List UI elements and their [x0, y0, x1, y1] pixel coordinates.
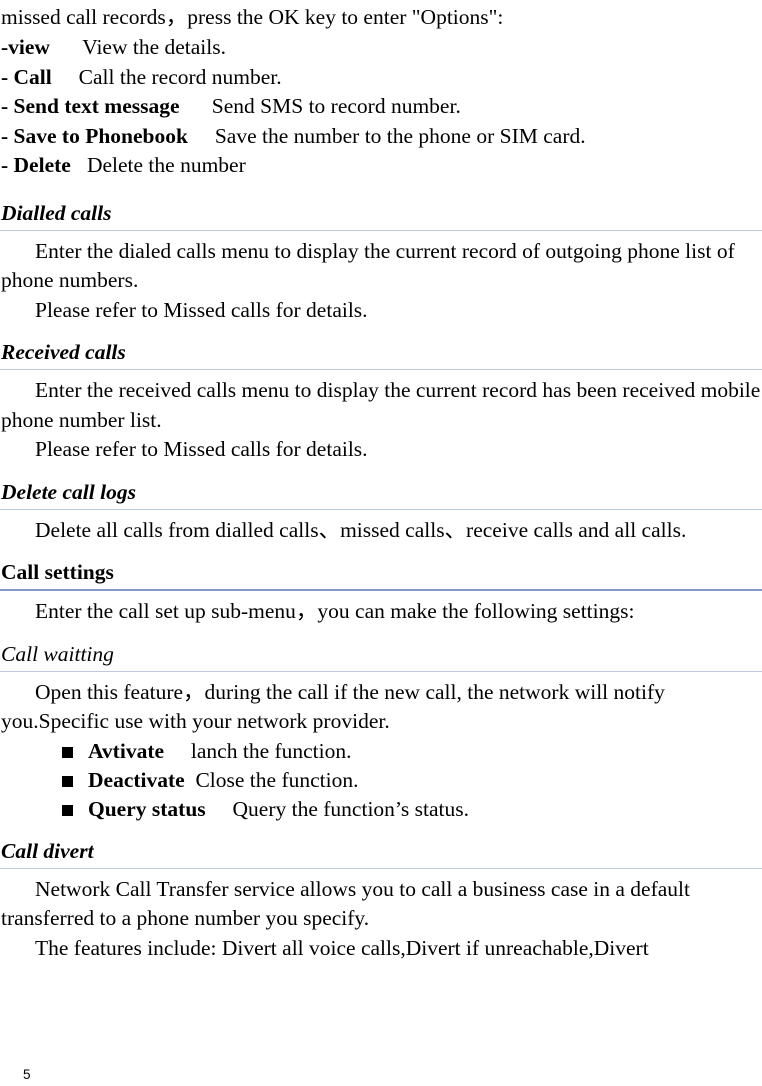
dialled-calls-paragraph-1: Enter the dialed calls menu to display t…	[1, 238, 735, 293]
received-calls-paragraph-2: Please refer to Missed calls for details…	[35, 437, 368, 461]
list-item-key: Deactivate	[88, 767, 185, 792]
option-desc-text: Delete the number	[86, 153, 246, 177]
heading-call-settings: Call settings	[0, 559, 762, 591]
option-item: -view View the details.	[1, 33, 762, 63]
option-desc	[71, 153, 87, 177]
list-item-desc: Query the function’s status.	[232, 796, 469, 821]
option-desc-text: Save the number to the phone or SIM card…	[214, 123, 586, 148]
list-item-key: Query status	[88, 796, 206, 821]
option-item: - Delete Delete the number	[1, 151, 762, 181]
call-divert-paragraph-2: The features include: Divert all voice c…	[35, 935, 649, 960]
option-desc	[188, 124, 215, 148]
list-item-content: Deactivate Close the function.	[62, 766, 358, 795]
option-key: - Send text message	[1, 94, 180, 118]
option-desc	[52, 65, 79, 89]
option-item: - Save to Phonebook Save the number to t…	[1, 122, 762, 152]
page-number: 5	[23, 1067, 31, 1082]
option-desc-text: Call the record number.	[78, 64, 282, 89]
option-key: - Save to Phonebook	[1, 123, 188, 148]
list-item-key: Avtivate	[88, 738, 165, 763]
list-item-desc: Close the function.	[195, 767, 359, 792]
list-item-spacer	[185, 768, 196, 792]
section-dialled-calls: Dialled calls	[0, 200, 762, 231]
option-desc-text: View the details.	[82, 35, 226, 59]
dialled-calls-paragraph-2: Please refer to Missed calls for details…	[35, 297, 368, 322]
heading-delete-call-logs: Delete call logs	[0, 479, 762, 510]
square-bullet-icon	[62, 746, 73, 758]
list-item-content: Query status Query the function’s status…	[62, 795, 469, 824]
delete-call-logs-paragraph-1: Delete all calls from dialled calls、miss…	[35, 517, 687, 542]
list-item: Avtivate lanch the function.	[0, 737, 762, 766]
options-list: -view View the details. - Call Call the …	[0, 33, 762, 181]
section-call-settings: Call settings	[0, 559, 762, 591]
option-key: -view	[1, 35, 50, 59]
option-desc-text: Send SMS to record number.	[211, 94, 461, 118]
call-waitting-bullet-list: Avtivate lanch the function. Deactivate …	[0, 737, 762, 824]
call-divert-paragraph-1: Network Call Transfer service allows you…	[1, 876, 690, 931]
square-bullet-icon	[62, 775, 73, 787]
section-call-waitting: Call waitting	[0, 641, 762, 672]
received-calls-paragraph-1: Enter the received calls menu to display…	[1, 378, 761, 432]
heading-call-waitting: Call waitting	[0, 641, 762, 672]
list-item: Deactivate Close the function.	[0, 766, 762, 795]
list-item-content: Avtivate lanch the function.	[62, 737, 352, 766]
section-received-calls: Received calls	[0, 339, 762, 370]
heading-call-divert: Call divert	[0, 838, 762, 869]
section-delete-call-logs: Delete call logs	[0, 479, 762, 510]
list-item-spacer	[164, 739, 191, 763]
option-item: - Call Call the record number.	[1, 63, 762, 93]
document-page: missed call records，press the OK key to …	[0, 0, 762, 1086]
option-item: - Send text message Send SMS to record n…	[1, 92, 762, 122]
square-bullet-icon	[62, 804, 73, 816]
call-settings-paragraph-1: Enter the call set up sub-menu，you can m…	[35, 599, 635, 623]
heading-dialled-calls: Dialled calls	[0, 200, 762, 231]
heading-received-calls: Received calls	[0, 339, 762, 370]
option-desc	[180, 94, 212, 118]
list-item-spacer	[206, 797, 233, 821]
option-key: - Delete	[1, 153, 71, 177]
call-waitting-paragraph-1: Open this feature，during the call if the…	[1, 679, 665, 734]
option-key: - Call	[1, 64, 52, 89]
list-item: Query status Query the function’s status…	[0, 795, 762, 824]
option-desc	[50, 35, 82, 59]
section-call-divert: Call divert	[0, 838, 762, 869]
intro-paragraph: missed call records，press the OK key to …	[1, 5, 504, 29]
list-item-desc: lanch the function.	[190, 738, 352, 763]
